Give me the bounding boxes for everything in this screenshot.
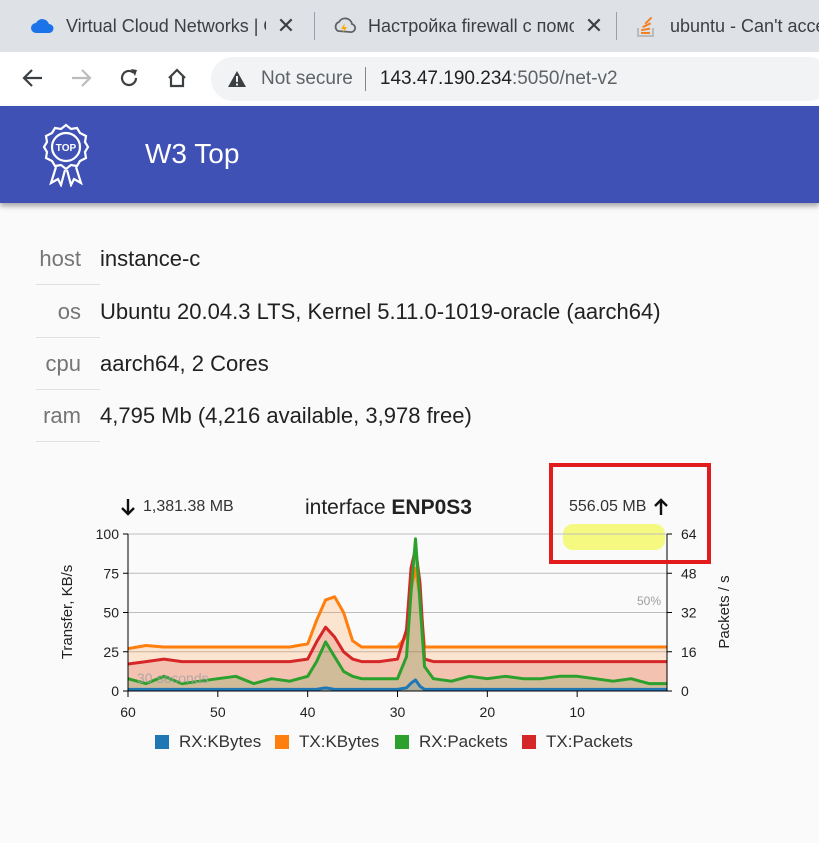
y2-tick-label: 32 (681, 605, 697, 621)
close-tab-icon[interactable]: ✕ (584, 13, 604, 39)
legend-label: TX:KBytes (299, 732, 380, 751)
browser-tab-ubuntu[interactable]: ubuntu - Can't acce (634, 0, 819, 52)
app-header: TOP W3 Top (0, 106, 819, 203)
tab-title: ubuntu - Can't acce (670, 15, 819, 36)
cloud-icon (30, 14, 54, 38)
divider (36, 441, 100, 442)
url-text[interactable]: 143.47.190.234:5050/net-v2 (380, 68, 618, 90)
y-tick-label: 50 (103, 605, 119, 621)
y2-tick-label: 48 (681, 565, 697, 581)
annotation-50-percent: 50% (637, 594, 661, 608)
x-tick-label: 50 (210, 704, 226, 720)
annotation-red-box (549, 463, 711, 564)
browser-tab-strip: Virtual Cloud Networks | O ✕ Настройка f… (0, 0, 819, 52)
info-key: os (57, 299, 81, 324)
info-key: host (39, 246, 81, 271)
browser-tab-firewall[interactable]: Настройка firewall с помо ✕ (332, 0, 604, 52)
reload-icon (120, 69, 138, 87)
award-badge-icon: TOP (42, 123, 90, 187)
warning-icon[interactable] (227, 69, 247, 89)
forward-button[interactable] (61, 58, 101, 98)
x-tick-label: 30 (390, 704, 406, 720)
legend-swatch (275, 735, 289, 749)
tab-title: Virtual Cloud Networks | O (66, 15, 266, 36)
y-axis-label: Transfer, KB/s (59, 565, 76, 659)
info-value: Ubuntu 20.04.3 LTS, Kernel 5.11.0-1019-o… (100, 299, 661, 324)
legend-label: TX:Packets (546, 732, 633, 751)
info-row-cpu: cpu aarch64, 2 Cores (0, 338, 819, 390)
divider (36, 284, 100, 285)
legend-swatch (522, 735, 536, 749)
logo-text: TOP (56, 143, 77, 154)
y2-tick-label: 0 (681, 683, 689, 699)
info-row-host: host instance-c (0, 233, 819, 285)
app-title: W3 Top (145, 138, 240, 169)
browser-tab-virtual-cloud-networks[interactable]: Virtual Cloud Networks | O ✕ (30, 0, 302, 52)
info-row-ram: ram 4,795 Mb (4,216 available, 3,978 fre… (0, 390, 819, 442)
annotation-30-seconds: 30 seconds (137, 670, 209, 686)
close-tab-icon[interactable]: ✕ (276, 13, 296, 39)
legend-label: RX:KBytes (179, 732, 262, 751)
arrow-left-icon (22, 69, 42, 87)
x-tick-label: 60 (120, 704, 136, 720)
y-tick-label: 75 (103, 565, 119, 581)
legend-swatch (155, 735, 169, 749)
bolt-icon (332, 14, 356, 38)
address-bar[interactable]: Not secure 143.47.190.234:5050/net-v2 (211, 57, 819, 101)
legend-item-rx-kbytes[interactable]: RX:KBytes (155, 732, 261, 752)
info-value: instance-c (100, 246, 201, 271)
y-tick-label: 0 (111, 683, 119, 699)
home-button[interactable] (157, 58, 197, 98)
y-tick-label: 25 (103, 644, 119, 660)
y2-axis-label: Packets / s (716, 575, 733, 648)
legend-swatch (395, 735, 409, 749)
tab-title: Настройка firewall с помо (368, 15, 574, 36)
security-label[interactable]: Not secure (261, 68, 353, 90)
x-tick-label: 20 (480, 704, 496, 720)
url-path: :5050/net-v2 (511, 68, 618, 89)
y-tick-label: 100 (96, 526, 120, 542)
home-icon (168, 68, 186, 88)
browser-toolbar: Not secure 143.47.190.234:5050/net-v2 (0, 52, 819, 106)
tab-divider (616, 12, 617, 40)
area-tx-packets (128, 548, 667, 691)
legend-item-rx-packets[interactable]: RX:Packets (395, 732, 508, 752)
y2-tick-label: 16 (681, 644, 697, 660)
stackoverflow-icon (634, 14, 658, 38)
legend-item-tx-kbytes[interactable]: TX:KBytes (275, 732, 379, 752)
reload-button[interactable] (109, 58, 149, 98)
tab-divider (314, 12, 315, 40)
back-button[interactable] (13, 58, 53, 98)
legend-item-tx-packets[interactable]: TX:Packets (522, 732, 633, 752)
info-key: ram (43, 403, 81, 428)
legend-label: RX:Packets (419, 732, 508, 751)
info-key: cpu (45, 351, 81, 376)
x-tick-label: 10 (569, 704, 585, 720)
url-host: 143.47.190.234 (379, 68, 512, 89)
info-value: 4,795 Mb (4,216 available, 3,978 free) (100, 403, 472, 428)
arrow-right-icon (72, 69, 92, 87)
chart-legend: RX:KBytes TX:KBytes RX:Packets TX:Packet… (0, 732, 819, 754)
divider (364, 67, 366, 91)
info-row-os: os Ubuntu 20.04.3 LTS, Kernel 5.11.0-101… (0, 286, 819, 338)
x-tick-label: 40 (300, 704, 316, 720)
series-line-tx-kbytes (127, 567, 667, 651)
info-value: aarch64, 2 Cores (100, 351, 269, 376)
